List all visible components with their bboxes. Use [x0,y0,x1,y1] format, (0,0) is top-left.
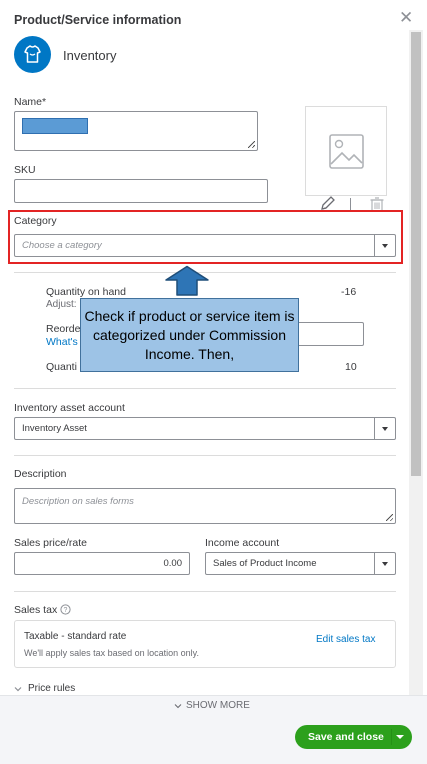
income-account-label: Income account [205,537,280,549]
inventory-asset-label: Inventory asset account [14,402,125,414]
quantity-on-hand-label: Quantity on hand [46,286,126,298]
scrollbar-thumb[interactable] [411,32,421,476]
instruction-callout: Check if product or service item is cate… [80,298,299,372]
sku-field[interactable] [14,179,268,203]
name-field[interactable] [14,111,258,151]
help-icon[interactable]: ? [60,604,71,615]
category-highlight-box [8,210,403,264]
split-divider [391,729,392,745]
chevron-down-icon [382,561,388,566]
section-divider [14,455,396,456]
image-placeholder[interactable] [305,106,387,196]
product-service-panel: Product/Service information ✕ Inventory … [0,0,427,764]
adjust-label: Adjust: [46,299,77,310]
quantity-on-hand-value: -16 [341,286,357,298]
description-placeholder: Description on sales forms [22,496,134,507]
section-divider [14,591,396,592]
quantity-value: 10 [345,361,357,373]
up-arrow-annotation [165,265,209,296]
image-icon [329,134,364,169]
edit-sales-tax-link[interactable]: Edit sales tax [316,634,375,645]
price-rules-label[interactable]: Price rules [28,683,75,694]
income-account-value: Sales of Product Income [213,558,317,569]
sales-tax-card: Taxable - standard rate We'll apply sale… [14,620,396,668]
whats-this-link[interactable]: What's [46,336,78,348]
icon-divider [350,198,351,210]
close-icon[interactable]: ✕ [399,9,413,26]
description-field[interactable]: Description on sales forms [14,488,396,524]
quantity-label: Quanti [46,361,77,373]
chevron-down-icon [174,703,182,708]
save-and-close-label: Save and close [308,731,384,743]
income-account-dropdown-button[interactable] [374,553,395,574]
resize-handle[interactable] [248,141,255,148]
sales-price-label: Sales price/rate [14,537,87,549]
description-label: Description [14,468,67,480]
inventory-asset-select[interactable]: Inventory Asset [14,417,396,440]
tax-rate-note: We'll apply sales tax based on location … [24,648,199,658]
sales-tax-label: Sales tax [14,604,58,616]
sku-label: SKU [14,164,36,176]
sales-price-value: 0.00 [163,558,183,569]
item-type-badge[interactable] [14,36,51,73]
resize-handle[interactable] [386,514,393,521]
chevron-down-icon[interactable] [396,735,404,739]
item-type-label: Inventory [63,48,117,63]
shirt-icon [24,45,41,63]
show-more-label: SHOW MORE [186,700,250,711]
reorder-point-field[interactable] [296,322,364,346]
section-divider [14,388,396,389]
sales-price-field[interactable]: 0.00 [14,552,190,575]
save-and-close-button[interactable]: Save and close [295,725,412,749]
chevron-down-icon[interactable] [14,685,22,693]
chevron-down-icon [382,426,388,431]
svg-text:?: ? [64,607,68,614]
panel-title: Product/Service information [14,13,182,27]
name-label: Name* [14,96,47,108]
reorder-label: Reorde [46,323,81,335]
inventory-asset-value: Inventory Asset [22,423,87,434]
show-more-button[interactable]: SHOW MORE [174,700,250,711]
income-account-select[interactable]: Sales of Product Income [205,552,396,575]
redacted-name-value [22,118,88,134]
tax-rate-name: Taxable - standard rate [24,631,127,642]
inventory-asset-dropdown-button[interactable] [374,418,395,439]
